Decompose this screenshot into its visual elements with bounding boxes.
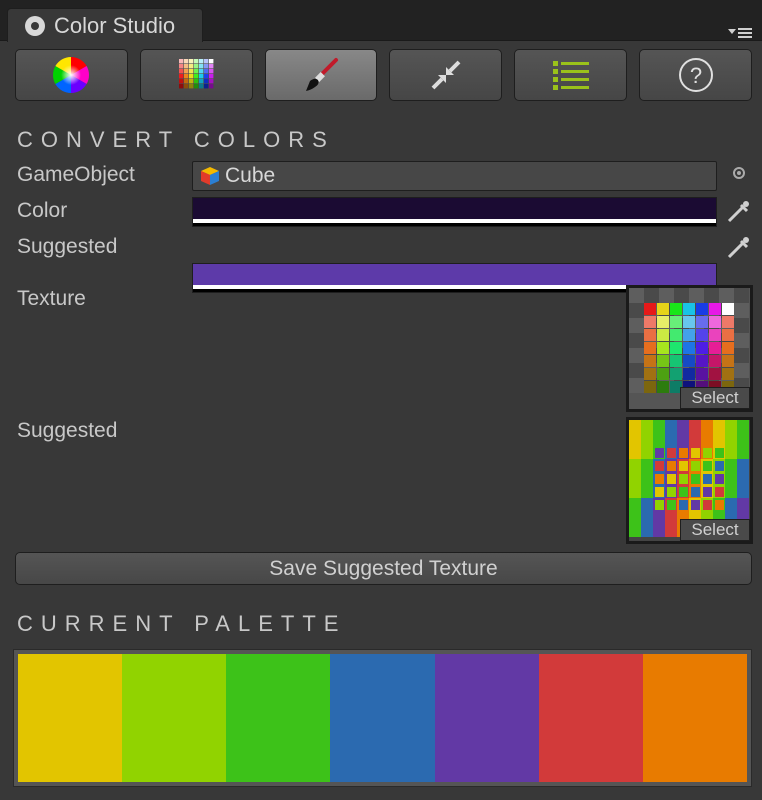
help-button[interactable]: ? bbox=[639, 49, 752, 101]
palette-swatch[interactable] bbox=[642, 654, 747, 782]
suggested-texture-preview[interactable]: Select bbox=[626, 417, 753, 544]
palette-swatch[interactable] bbox=[330, 654, 435, 782]
list-button[interactable] bbox=[514, 49, 628, 101]
window-titlebar: Color Studio bbox=[0, 0, 762, 42]
color-wheel-button[interactable] bbox=[15, 49, 128, 101]
tab-color-studio[interactable]: Color Studio bbox=[7, 8, 203, 42]
palette-swatch[interactable] bbox=[434, 654, 539, 782]
list-icon bbox=[552, 61, 589, 90]
palette-swatch[interactable] bbox=[122, 654, 227, 782]
palette-grid-icon bbox=[179, 59, 214, 89]
texture-label: Texture bbox=[17, 287, 86, 310]
compress-arrows-icon bbox=[431, 60, 461, 90]
window-menu-icon[interactable] bbox=[728, 26, 752, 38]
current-palette-heading: CURRENT PALETTE bbox=[17, 611, 347, 636]
color-label: Color bbox=[17, 199, 68, 222]
gameobject-label: GameObject bbox=[17, 163, 135, 186]
tab-title: Color Studio bbox=[54, 12, 176, 38]
unity-logo-icon bbox=[25, 15, 45, 36]
svg-text:?: ? bbox=[689, 63, 701, 88]
help-icon: ? bbox=[678, 58, 713, 92]
texture-preview[interactable]: Select bbox=[626, 285, 753, 412]
palette-swatch[interactable] bbox=[538, 654, 643, 782]
eyedropper-icon[interactable] bbox=[725, 235, 751, 261]
convert-colors-heading: CONVERT COLORS bbox=[17, 127, 335, 152]
gameobject-field[interactable]: Cube bbox=[192, 161, 717, 191]
cube-icon bbox=[201, 167, 219, 185]
suggested-texture-select-button[interactable]: Select bbox=[680, 519, 750, 541]
eyedropper-icon[interactable] bbox=[725, 199, 751, 225]
color-swatch-field[interactable] bbox=[192, 197, 717, 227]
color-wheel-icon bbox=[53, 56, 90, 94]
suggested-texture-label: Suggested bbox=[17, 419, 118, 442]
palette-grid-button[interactable] bbox=[139, 49, 253, 101]
paint-brush-icon bbox=[306, 58, 339, 91]
palette-swatch[interactable] bbox=[18, 654, 123, 782]
gameobject-value: Cube bbox=[225, 164, 276, 187]
save-suggested-texture-button[interactable]: Save Suggested Texture bbox=[15, 552, 752, 585]
current-palette bbox=[13, 649, 752, 787]
palette-swatch[interactable] bbox=[226, 654, 331, 782]
compress-button[interactable] bbox=[389, 49, 503, 101]
main-toolbar: ? bbox=[15, 49, 752, 101]
texture-select-button[interactable]: Select bbox=[680, 387, 750, 409]
object-picker-icon[interactable] bbox=[733, 167, 745, 179]
paint-brush-button[interactable] bbox=[264, 49, 378, 101]
suggested-color-label: Suggested bbox=[17, 235, 118, 258]
